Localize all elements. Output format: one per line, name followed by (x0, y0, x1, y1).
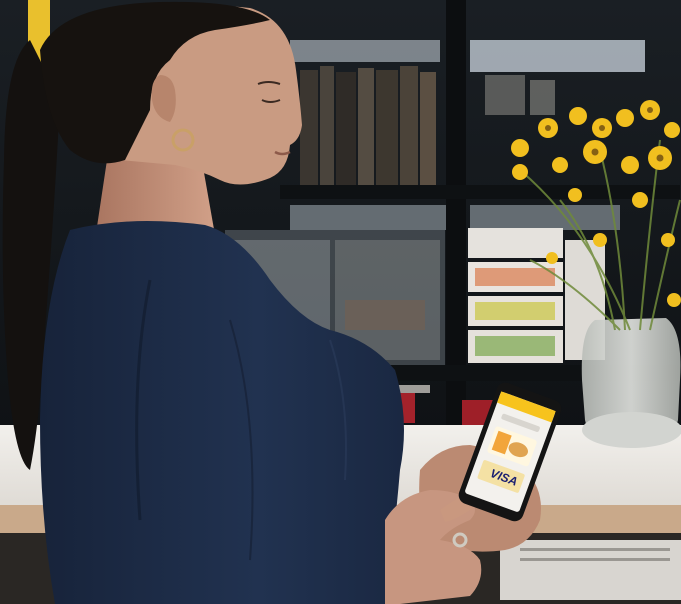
photo-illustration: VISA (0, 0, 681, 604)
photo-scene: VISA (0, 0, 681, 604)
